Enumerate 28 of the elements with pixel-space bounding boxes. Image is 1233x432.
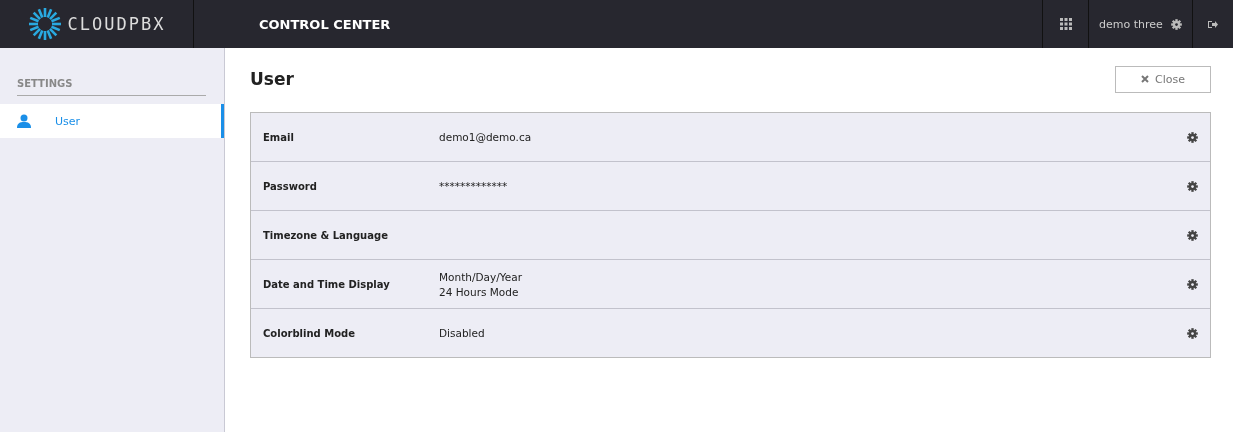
setting-label: Timezone & Language	[263, 229, 389, 241]
sidebar-item[interactable]: User	[0, 104, 224, 138]
app-title: CONTROL CENTER	[258, 15, 391, 34]
settings-icon[interactable]	[1187, 278, 1198, 290]
sidebar-heading: SETTINGS	[17, 78, 206, 96]
close-button[interactable]: Close	[1115, 65, 1211, 93]
setting-label: Colorblind Mode	[263, 327, 356, 339]
settings-icon[interactable]	[1187, 327, 1198, 339]
sunburst-logo-icon	[27, 7, 62, 41]
user-menu-button[interactable]: demo three	[1088, 0, 1192, 48]
setting-label: Email	[263, 131, 295, 143]
setting-label: Password	[263, 180, 318, 192]
logout-icon	[1208, 19, 1218, 29]
setting-value: 24 Hours Mode	[439, 285, 520, 298]
logo-text: CLOUDPBX	[67, 14, 166, 34]
setting-value: *************	[439, 180, 509, 192]
close-icon	[1141, 75, 1149, 83]
person-icon	[17, 114, 31, 128]
page-title: User	[250, 69, 294, 89]
setting-value: Disabled	[439, 327, 486, 339]
settings-icon	[1170, 18, 1182, 30]
settings-icon[interactable]	[1187, 229, 1198, 241]
settings-icon[interactable]	[1187, 131, 1198, 143]
settings-icon[interactable]	[1187, 180, 1198, 192]
setting-value: demo1@demo.ca	[439, 131, 533, 143]
grid-icon	[1059, 18, 1072, 30]
setting-value: Month/Day/Year	[439, 270, 523, 283]
setting-label: Date and Time Display	[263, 278, 391, 290]
